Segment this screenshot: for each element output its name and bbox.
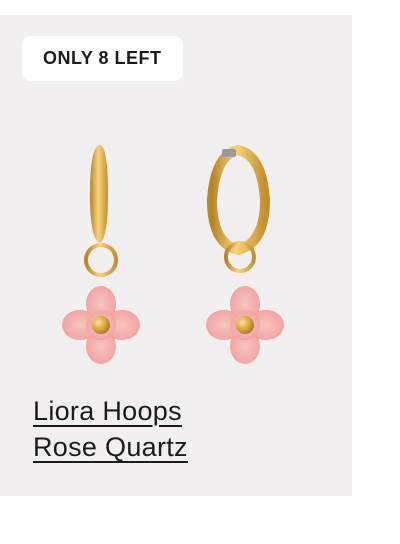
product-card[interactable]: ONLY 8 LEFT Liora Hoops Rose Quartz xyxy=(0,15,352,496)
left-earring xyxy=(62,145,140,364)
product-title-line-1[interactable]: Liora Hoops xyxy=(33,393,182,429)
right-earring xyxy=(206,144,284,364)
product-title-line-2[interactable]: Rose Quartz xyxy=(33,429,188,465)
product-image[interactable] xyxy=(60,125,300,385)
stock-badge: ONLY 8 LEFT xyxy=(22,36,183,81)
product-title[interactable]: Liora Hoops Rose Quartz xyxy=(33,393,188,465)
